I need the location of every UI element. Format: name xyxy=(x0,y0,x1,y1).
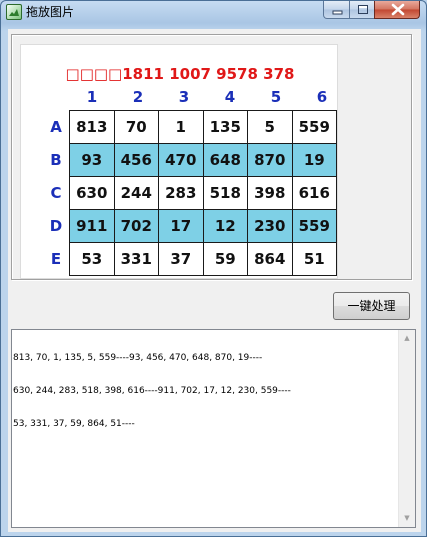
grid-cell: 702 xyxy=(113,209,159,243)
grid-cell: 5 xyxy=(247,110,293,144)
output-textarea[interactable]: 813, 70, 1, 135, 5, 559----93, 456, 470,… xyxy=(11,329,416,528)
grid-cell: 93 xyxy=(69,143,115,177)
one-click-process-button[interactable]: 一键处理 xyxy=(333,292,410,320)
grid-cell: 17 xyxy=(158,209,204,243)
column-header: 6 xyxy=(316,88,328,106)
grid-row: 630 244 283 518 398 616 xyxy=(69,176,337,210)
grid-cell: 870 xyxy=(247,143,293,177)
grid-cell: 864 xyxy=(247,242,293,276)
column-header: 1 xyxy=(86,88,98,106)
image-title: □□□□1811 1007 9578 378 xyxy=(65,65,295,83)
grid-cell: 456 xyxy=(113,143,159,177)
grid-cell: 230 xyxy=(247,209,293,243)
grid-cell: 53 xyxy=(69,242,115,276)
grid-cell: 559 xyxy=(291,209,337,243)
grid-cell: 398 xyxy=(247,176,293,210)
row-header: A xyxy=(50,118,62,136)
grid-cell: 59 xyxy=(202,242,248,276)
maximize-button[interactable] xyxy=(349,1,375,19)
image-group-box: □□□□1811 1007 9578 378 1 2 3 4 5 6 A B C… xyxy=(11,34,412,280)
row-header: B xyxy=(50,151,62,169)
column-header: 4 xyxy=(224,88,236,106)
main-window: 拖放图片 □□□□1811 1007 9578 378 1 2 3 4 5 6 … xyxy=(0,0,427,537)
grid-cell: 648 xyxy=(202,143,248,177)
maximize-icon xyxy=(358,5,368,14)
grid-row: 53 331 37 59 864 51 xyxy=(69,242,337,276)
grid-cell: 470 xyxy=(158,143,204,177)
row-header: C xyxy=(50,184,62,202)
grid-cell: 19 xyxy=(291,143,337,177)
minimize-button[interactable] xyxy=(323,1,350,19)
grid-cell: 331 xyxy=(113,242,159,276)
grid-row-highlighted: 911 702 17 12 230 559 xyxy=(69,209,337,243)
grid-cell: 1 xyxy=(158,110,204,144)
grid-cell: 51 xyxy=(291,242,337,276)
scroll-up-arrow-icon[interactable]: ▲ xyxy=(399,330,415,347)
grid-cell: 518 xyxy=(202,176,248,210)
row-header: E xyxy=(50,250,62,268)
grid-cell: 911 xyxy=(69,209,115,243)
grid-cell: 559 xyxy=(291,110,337,144)
number-grid: 813 70 1 135 5 559 93 456 470 648 870 19 xyxy=(69,110,337,276)
close-button[interactable] xyxy=(374,1,420,19)
output-line: 813, 70, 1, 135, 5, 559----93, 456, 470,… xyxy=(13,353,263,363)
grid-cell: 630 xyxy=(69,176,115,210)
output-line: 630, 244, 283, 518, 398, 616----911, 702… xyxy=(13,386,291,396)
grid-cell: 813 xyxy=(69,110,115,144)
grid-cell: 244 xyxy=(113,176,159,210)
window-title: 拖放图片 xyxy=(26,5,75,19)
column-header: 3 xyxy=(178,88,190,106)
scroll-down-arrow-icon[interactable]: ▼ xyxy=(399,510,415,527)
picture-app-icon xyxy=(6,4,22,20)
client-area: □□□□1811 1007 9578 378 1 2 3 4 5 6 A B C… xyxy=(8,29,421,532)
grid-row-highlighted: 93 456 470 648 870 19 xyxy=(69,143,337,177)
column-header: 2 xyxy=(132,88,144,106)
grid-cell: 12 xyxy=(202,209,248,243)
grid-cell: 70 xyxy=(113,110,159,144)
title-bar[interactable]: 拖放图片 xyxy=(1,1,426,23)
grid-row: 813 70 1 135 5 559 xyxy=(69,110,337,144)
close-icon xyxy=(391,3,405,16)
grid-cell: 37 xyxy=(158,242,204,276)
grid-cell: 616 xyxy=(291,176,337,210)
output-line: 53, 331, 37, 59, 864, 51---- xyxy=(13,419,135,429)
column-header: 5 xyxy=(270,88,282,106)
grid-cell: 283 xyxy=(158,176,204,210)
output-text: 813, 70, 1, 135, 5, 559----93, 456, 470,… xyxy=(13,331,398,526)
grid-cell: 135 xyxy=(202,110,248,144)
vertical-scrollbar[interactable]: ▲ ▼ xyxy=(398,330,415,527)
row-header: D xyxy=(49,217,63,235)
dropped-image[interactable]: □□□□1811 1007 9578 378 1 2 3 4 5 6 A B C… xyxy=(20,44,338,279)
minimize-icon xyxy=(332,10,343,15)
